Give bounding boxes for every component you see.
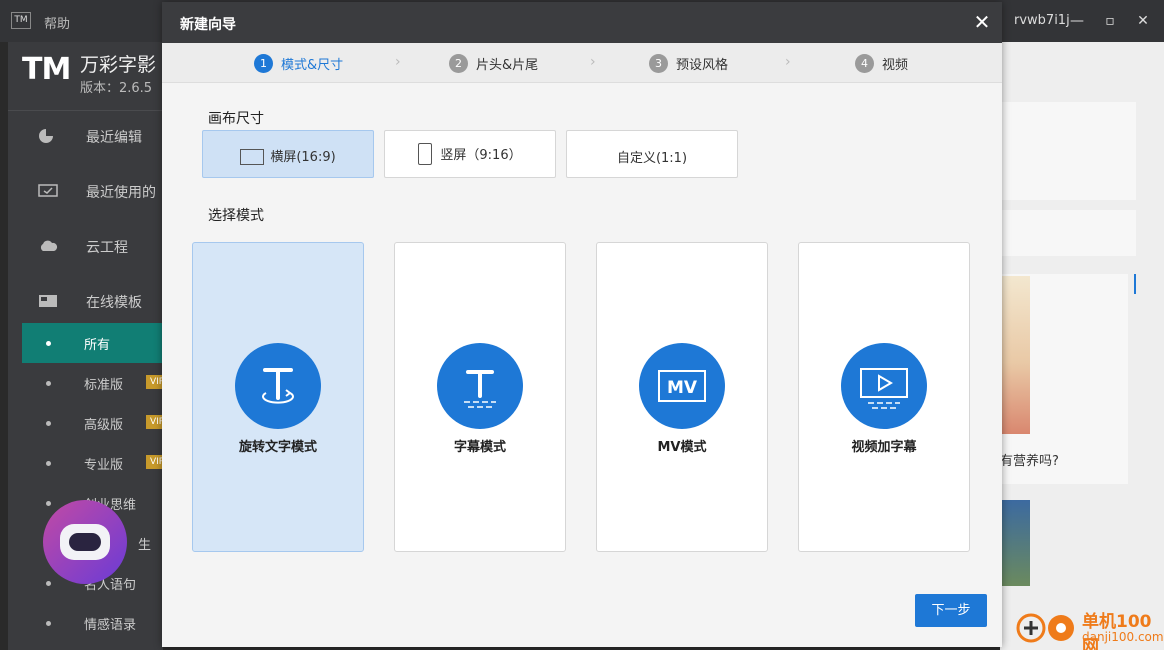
step-number: 2 <box>449 54 468 73</box>
size-landscape-button[interactable]: 横屏(16:9) <box>202 130 374 178</box>
mode-label: 视频加字幕 <box>851 440 917 455</box>
watermark-url: danji100.com <box>1082 630 1164 644</box>
sidebar-subitem-emotion[interactable]: 情感语录 <box>22 603 163 643</box>
step-number: 4 <box>855 54 874 73</box>
step-label: 视频 <box>882 58 909 73</box>
sidebar-subitem-standard[interactable]: 标准版 VIP <box>22 363 166 403</box>
assistant-robot-icon[interactable] <box>43 500 127 584</box>
chevron-right-icon: › <box>395 54 401 70</box>
robot-face <box>60 524 110 560</box>
step-video[interactable]: 4 视频 <box>855 53 908 73</box>
next-button[interactable]: 下一步 <box>915 594 987 627</box>
sidebar-subitem-label: 高级版 <box>84 418 124 433</box>
watermark-logo-icon <box>1016 613 1074 643</box>
sidebar-item-recent-edit[interactable]: 最近编辑 <box>8 116 163 156</box>
sidebar-item-online-template[interactable]: 在线模板 <box>8 281 163 321</box>
sidebar-subitem-label: 情感语录 <box>84 618 137 633</box>
canvas-size-label: 画布尺寸 <box>208 111 264 127</box>
close-icon[interactable]: ✕ <box>970 10 994 34</box>
template-card[interactable] <box>1000 102 1136 200</box>
sidebar-item-recent-used[interactable]: 最近使用的 <box>8 171 163 211</box>
mode-rotate-text-card[interactable]: 旋转文字模式 <box>192 242 364 552</box>
mode-label: MV模式 <box>657 440 707 455</box>
sidebar-subitem-label: 所有 <box>84 338 111 353</box>
username[interactable]: rvwb7i1j <box>1014 13 1070 28</box>
wizard-steps: 1 模式&尺寸 › 2 片头&片尾 › 3 预设风格 › 4 视频 <box>162 43 1002 83</box>
mode-label: 字幕模式 <box>453 440 506 455</box>
bullet-icon <box>46 381 51 386</box>
template-icon <box>38 293 58 309</box>
bullet-icon <box>46 421 51 426</box>
subtitle-icon <box>437 343 523 429</box>
sidebar-item-cloud[interactable]: 云工程 <box>8 226 163 266</box>
check-screen-icon <box>38 183 58 199</box>
bullet-icon <box>46 501 51 506</box>
dialog-title: 新建向导 <box>180 17 236 33</box>
landscape-icon <box>240 148 265 165</box>
size-label: 横屏(16:9) <box>270 150 336 165</box>
bullet-icon <box>46 621 51 626</box>
window-close-icon[interactable]: ✕ <box>1132 10 1154 32</box>
maximize-icon[interactable]: ▫ <box>1099 10 1121 32</box>
template-thumbnail[interactable] <box>1000 276 1030 434</box>
sidebar-subitem-pro[interactable]: 专业版 VIP <box>22 443 166 483</box>
mv-icon-text: MV <box>667 378 698 398</box>
select-mode-label: 选择模式 <box>208 208 264 224</box>
scrollbar[interactable] <box>1134 274 1136 294</box>
cloud-icon <box>38 238 58 254</box>
chevron-right-icon: › <box>590 54 596 70</box>
portrait-icon <box>418 142 433 165</box>
app-mini-logo: TM <box>11 12 31 29</box>
template-thumbnail[interactable] <box>1000 500 1030 586</box>
app-logo: TM <box>22 52 71 87</box>
sidebar-subitem-all[interactable]: 所有 <box>22 323 163 363</box>
pie-icon <box>38 128 58 144</box>
video-subtitle-icon <box>841 343 927 429</box>
mode-mv-card[interactable]: MV MV模式 <box>596 242 768 552</box>
bullet-icon <box>46 581 51 586</box>
sidebar-divider <box>8 110 163 111</box>
step-label: 预设风格 <box>676 58 729 73</box>
size-label: 自定义(1:1) <box>616 151 688 166</box>
step-number: 1 <box>254 54 273 73</box>
size-portrait-button[interactable]: 竖屏（9:16） <box>384 130 556 178</box>
step-preset-style[interactable]: 3 预设风格 <box>649 53 728 73</box>
dialog-header: 新建向导 ✕ <box>162 2 1002 43</box>
size-label: 竖屏（9:16） <box>440 148 522 163</box>
sidebar-subitem-advanced[interactable]: 高级版 VIP <box>22 403 166 443</box>
help-menu[interactable]: 帮助 <box>44 13 70 32</box>
template-caption: 有营养吗? <box>1000 454 1059 469</box>
sidebar-item-label: 最近使用的 <box>86 185 156 201</box>
step-intro-outro[interactable]: 2 片头&片尾 <box>449 53 538 73</box>
app-version: 版本：2.6.5 <box>80 81 153 96</box>
step-mode-size[interactable]: 1 模式&尺寸 <box>254 53 343 73</box>
chevron-right-icon: › <box>785 54 791 70</box>
mv-icon: MV <box>639 343 725 429</box>
mode-subtitle-card[interactable]: 字幕模式 <box>394 242 566 552</box>
size-custom-button[interactable]: 自定义(1:1) <box>566 130 738 178</box>
bullet-icon <box>46 341 51 346</box>
step-label: 模式&尺寸 <box>281 58 344 73</box>
sidebar-item-label: 在线模板 <box>86 295 142 311</box>
robot-eyes <box>69 533 101 551</box>
sidebar-subitem-label: 专业版 <box>84 458 124 473</box>
rotate-text-icon <box>235 343 321 429</box>
template-card[interactable] <box>1000 210 1136 256</box>
bullet-icon <box>46 461 51 466</box>
sidebar-subitem-label: 生 <box>138 538 152 553</box>
mode-label: 旋转文字模式 <box>238 440 317 455</box>
step-number: 3 <box>649 54 668 73</box>
app-name: 万彩字影 <box>80 54 157 76</box>
step-label: 片头&片尾 <box>476 58 539 73</box>
sidebar-item-label: 云工程 <box>86 240 128 256</box>
minimize-icon[interactable]: — <box>1066 10 1088 32</box>
new-wizard-dialog: 新建向导 ✕ 1 模式&尺寸 › 2 片头&片尾 › 3 预设风格 › 4 视频 画布尺… <box>162 2 1002 647</box>
sidebar-item-label: 最近编辑 <box>86 130 142 146</box>
sidebar-subitem-label: 标准版 <box>84 378 124 393</box>
mode-video-subtitle-card[interactable]: 视频加字幕 <box>798 242 970 552</box>
